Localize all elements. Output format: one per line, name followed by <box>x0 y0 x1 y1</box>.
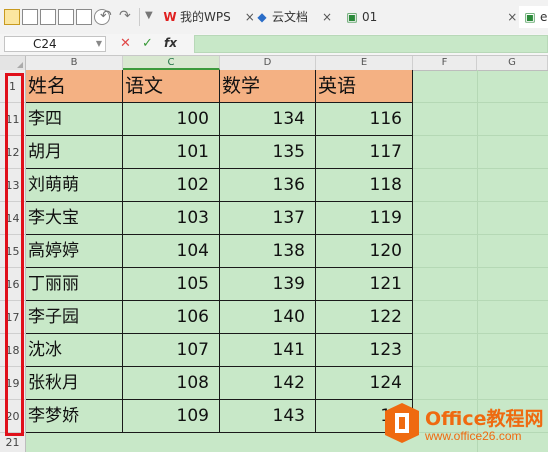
cell-name[interactable]: 沈冰 <box>26 334 123 367</box>
redo-icon[interactable]: ↷ <box>119 7 131 25</box>
cell-english[interactable]: 120 <box>316 235 413 268</box>
header-cell-math[interactable]: 数学 <box>220 70 316 103</box>
close-icon[interactable]: ✕ <box>120 36 131 51</box>
customize-toolbar-icon[interactable]: ▼ <box>145 7 153 25</box>
cell-math[interactable]: 135 <box>220 136 316 169</box>
close-tab-icon[interactable]: × <box>245 10 255 24</box>
column-header-c[interactable]: C <box>123 56 220 70</box>
cell-name[interactable]: 李梦娇 <box>26 400 123 433</box>
spreadsheet-file-icon: ▣ <box>346 10 358 24</box>
cell-english[interactable]: 119 <box>316 202 413 235</box>
column-header-bar: B C D E F G <box>0 56 548 71</box>
cell-name[interactable]: 李大宝 <box>26 202 123 235</box>
tab-my-wps[interactable]: W 我的WPS × <box>163 6 255 28</box>
cell-english[interactable]: 117 <box>316 136 413 169</box>
header-cell-chinese[interactable]: 语文 <box>123 70 220 103</box>
column-header-b[interactable]: B <box>26 56 123 70</box>
cell-chinese[interactable]: 109 <box>123 400 220 433</box>
formula-bar: C24 ▼ ✕ ✓ fx <box>0 34 548 56</box>
select-all-corner[interactable] <box>0 56 26 70</box>
export-pdf-icon[interactable] <box>40 9 56 25</box>
cell-chinese[interactable]: 106 <box>123 301 220 334</box>
cell-chinese[interactable]: 107 <box>123 334 220 367</box>
row-header-highlight <box>5 73 24 436</box>
cell-english[interactable]: 124 <box>316 367 413 400</box>
empty-grid-area[interactable] <box>413 70 548 452</box>
cell-name[interactable]: 张秋月 <box>26 367 123 400</box>
cell-name[interactable]: 刘萌萌 <box>26 169 123 202</box>
close-tab-icon[interactable]: × <box>322 10 332 24</box>
header-cell-name[interactable]: 姓名 <box>26 70 123 103</box>
spreadsheet-file-icon: ▣ <box>524 10 536 24</box>
cell-math[interactable]: 137 <box>220 202 316 235</box>
cell-english[interactable]: 116 <box>316 103 413 136</box>
formula-input[interactable] <box>194 35 548 53</box>
cell-chinese[interactable]: 105 <box>123 268 220 301</box>
print-icon[interactable] <box>58 9 74 25</box>
cell-math[interactable]: 141 <box>220 334 316 367</box>
watermark-url: www.office26.com <box>425 429 522 443</box>
cell-english[interactable]: 118 <box>316 169 413 202</box>
print-preview-icon[interactable] <box>76 9 92 25</box>
cloud-doc-icon: ◆ <box>257 10 267 24</box>
cell-english[interactable]: 123 <box>316 334 413 367</box>
cell-chinese[interactable]: 108 <box>123 367 220 400</box>
open-folder-icon[interactable] <box>4 9 20 25</box>
tab-file-active[interactable]: ▣ e <box>519 6 548 28</box>
undo-icon[interactable]: ↶ <box>100 7 112 25</box>
column-header-g[interactable]: G <box>477 56 548 70</box>
insert-function-button[interactable]: fx <box>164 36 177 50</box>
cell-chinese[interactable]: 102 <box>123 169 220 202</box>
tab-cloud-docs[interactable]: ◆ 云文档 × <box>255 6 332 28</box>
cell-english[interactable]: 122 <box>316 301 413 334</box>
quick-access-toolbar: ↶ ↷ ▼ W 我的WPS × ◆ 云文档 × ▣ 01 × ▣ e <box>0 0 548 35</box>
check-icon[interactable]: ✓ <box>142 36 153 51</box>
header-cell-english[interactable]: 英语 <box>316 70 413 103</box>
cell-math[interactable]: 139 <box>220 268 316 301</box>
cell-name[interactable]: 胡月 <box>26 136 123 169</box>
column-header-d[interactable]: D <box>220 56 316 70</box>
cell-math[interactable]: 143 <box>220 400 316 433</box>
cell-name[interactable]: 丁丽丽 <box>26 268 123 301</box>
chevron-down-icon[interactable]: ▼ <box>96 37 102 51</box>
watermark-logo: Office教程网 www.office26.com <box>384 402 548 452</box>
cell-chinese[interactable]: 101 <box>123 136 220 169</box>
office-logo-icon <box>385 403 419 443</box>
save-icon[interactable] <box>22 9 38 25</box>
cell-name[interactable]: 高婷婷 <box>26 235 123 268</box>
cell-chinese[interactable]: 104 <box>123 235 220 268</box>
cell-name[interactable]: 李四 <box>26 103 123 136</box>
cell-math[interactable]: 142 <box>220 367 316 400</box>
cell-name[interactable]: 李子园 <box>26 301 123 334</box>
wps-logo-icon: W <box>163 10 177 24</box>
cell-math[interactable]: 134 <box>220 103 316 136</box>
tab-file-01[interactable]: ▣ 01 × <box>345 6 517 28</box>
watermark-brand: Office教程网 <box>425 408 544 430</box>
cell-math[interactable]: 140 <box>220 301 316 334</box>
cell-math[interactable]: 138 <box>220 235 316 268</box>
column-header-f[interactable]: F <box>413 56 477 70</box>
cell-chinese[interactable]: 103 <box>123 202 220 235</box>
column-header-e[interactable]: E <box>316 56 413 70</box>
cell-math[interactable]: 136 <box>220 169 316 202</box>
cell-english[interactable]: 121 <box>316 268 413 301</box>
cell-chinese[interactable]: 100 <box>123 103 220 136</box>
name-box[interactable]: C24 ▼ <box>4 36 106 52</box>
close-tab-icon[interactable]: × <box>507 10 517 24</box>
